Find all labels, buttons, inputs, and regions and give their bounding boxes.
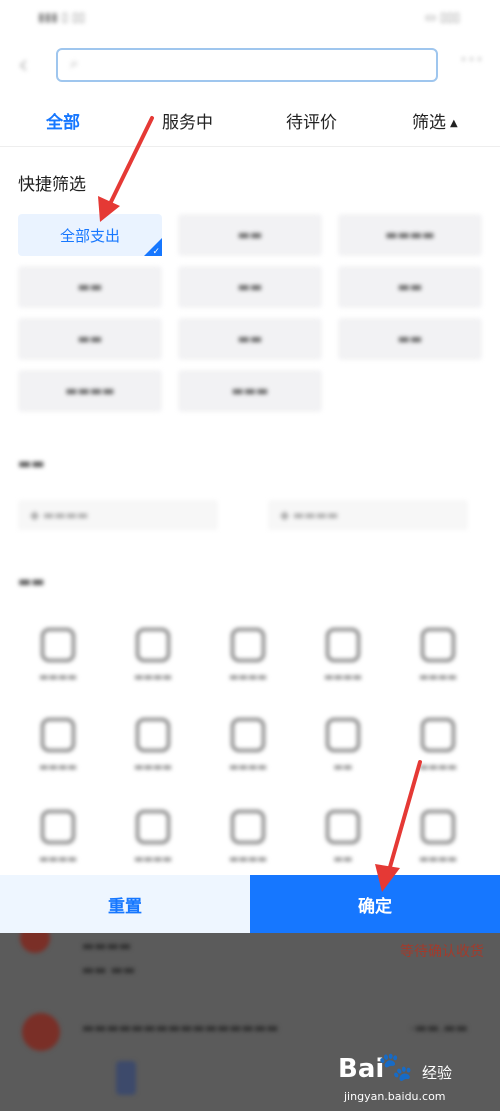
category-label: ▬▬▬▬ <box>134 672 172 683</box>
category-icon <box>326 718 360 752</box>
order-title: ▬▬▬▬ <box>82 939 132 954</box>
order-thumbnail <box>116 1061 136 1095</box>
category-icon <box>421 718 455 752</box>
search-icon: ⌕ <box>70 54 79 72</box>
paw-icon: 🐾 <box>378 1050 413 1083</box>
baidu-jingyan-watermark: Bai 🐾 经验 jingyan.baidu.com <box>322 1050 472 1110</box>
category-item[interactable]: ▬▬ <box>303 718 383 773</box>
search-input[interactable] <box>92 55 396 72</box>
category-icon <box>136 628 170 662</box>
category-icon <box>326 810 360 844</box>
order-status: 等待确认收货 <box>400 944 484 960</box>
category-icon <box>231 628 265 662</box>
category-section-label: ▬▬ <box>18 574 45 590</box>
search-box[interactable]: ⌕ <box>56 48 438 82</box>
chip-9[interactable]: ▬▬ <box>338 318 482 360</box>
chip-all-expense-label: 全部支出 <box>59 226 120 245</box>
amount-section-label: ▬▬ <box>18 456 45 472</box>
category-item[interactable]: ▬▬▬▬ <box>113 628 193 683</box>
category-item[interactable]: ▬▬▬▬ <box>208 628 288 683</box>
more-dots-icon[interactable]: ··· <box>460 48 484 73</box>
category-icon <box>326 628 360 662</box>
category-item[interactable]: ▬▬▬▬ <box>208 718 288 773</box>
caret-up-icon: ▲ <box>450 118 458 129</box>
category-label: ▬▬▬▬ <box>419 672 457 683</box>
watermark-brand-text: 经验 <box>422 1064 453 1082</box>
category-label: ▬▬▬▬ <box>134 854 172 865</box>
category-item[interactable]: ▬▬▬▬ <box>18 810 98 865</box>
confirm-button[interactable]: 确定 <box>250 875 500 933</box>
category-icon <box>421 810 455 844</box>
category-item[interactable]: ▬▬▬▬ <box>398 628 478 683</box>
category-label: ▬▬▬▬ <box>324 672 362 683</box>
check-icon: ✓ <box>152 247 160 257</box>
status-bar: ▮▮▮ ▯ ▯▯ ▭ ▯▯▯ <box>0 0 500 36</box>
chip-10[interactable]: ▬▬▬▬ <box>18 370 162 412</box>
tab-in-service[interactable]: 服务中 <box>162 108 213 133</box>
category-label: ▬▬▬▬ <box>229 762 267 773</box>
category-label: ▬▬▬▬ <box>134 762 172 773</box>
chip-all-expense[interactable]: 全部支出 ✓ <box>18 214 162 257</box>
category-label: ▬▬▬▬ <box>419 762 457 773</box>
reset-button[interactable]: 重置 <box>0 875 250 933</box>
chip-3[interactable]: ▬▬▬▬ <box>338 214 482 256</box>
chip-4[interactable]: ▬▬ <box>18 266 162 308</box>
category-item[interactable]: ▬▬▬▬ <box>208 810 288 865</box>
tab-all[interactable]: 全部 <box>46 108 80 133</box>
battery-time: ▭ ▯▯▯ <box>425 10 460 24</box>
order-avatar <box>22 1013 60 1051</box>
quick-filter-title: 快捷筛选 <box>18 175 86 195</box>
category-icon <box>421 628 455 662</box>
category-icon <box>231 718 265 752</box>
category-label: ▬▬▬▬ <box>39 854 77 865</box>
category-icon <box>136 810 170 844</box>
chip-7[interactable]: ▬▬ <box>18 318 162 360</box>
category-item[interactable]: ▬▬▬▬ <box>398 810 478 865</box>
max-amount-field[interactable]: ◆ ▬▬▬▬ <box>268 500 468 530</box>
category-icon <box>41 718 75 752</box>
order-tabs: 全部 服务中 待评价 筛选 ▲ <box>0 96 500 147</box>
category-item[interactable]: ▬▬▬▬ <box>398 718 478 773</box>
tab-filter-label: 筛选 <box>412 113 446 133</box>
order-title: ▬▬▬▬▬▬▬▬▬▬▬▬▬▬▬▬ <box>82 1021 279 1036</box>
category-label: ▬▬ <box>333 854 353 865</box>
chip-8[interactable]: ▬▬ <box>178 318 322 360</box>
category-item[interactable]: ▬▬▬▬ <box>113 718 193 773</box>
category-label: ▬▬ <box>333 762 353 773</box>
category-item[interactable]: ▬▬▬▬ <box>303 628 383 683</box>
order-date: ▬▬ ▬▬ <box>82 963 136 978</box>
category-icon <box>231 810 265 844</box>
category-label: ▬▬▬▬ <box>39 762 77 773</box>
category-item[interactable]: ▬▬▬▬ <box>18 628 98 683</box>
category-item[interactable]: ▬▬ <box>303 810 383 865</box>
category-label: ▬▬▬▬ <box>229 672 267 683</box>
filter-footer: 重置 确定 <box>0 875 500 933</box>
category-item[interactable]: ▬▬▬▬ <box>18 718 98 773</box>
category-icon <box>136 718 170 752</box>
category-icon <box>41 628 75 662</box>
chevron-left-icon[interactable]: ‹ <box>18 50 28 80</box>
order-avatar <box>20 933 50 953</box>
min-amount-field[interactable]: ◆ ▬▬▬▬ <box>18 500 218 530</box>
category-label: ▬▬▬▬ <box>229 854 267 865</box>
chip-2[interactable]: ▬▬ <box>178 214 322 256</box>
top-bar: ‹ ⌕ ··· <box>0 40 500 90</box>
chip-11[interactable]: ▬▬▬ <box>178 370 322 412</box>
chip-6[interactable]: ▬▬ <box>338 266 482 308</box>
category-label: ▬▬▬▬ <box>39 672 77 683</box>
order-amount: -▬▬.▬▬ <box>410 1021 468 1036</box>
category-icon <box>41 810 75 844</box>
category-label: ▬▬▬▬ <box>419 854 457 865</box>
category-item[interactable]: ▬▬▬▬ <box>113 810 193 865</box>
chip-5[interactable]: ▬▬ <box>178 266 322 308</box>
carrier-signal: ▮▮▮ ▯ ▯▯ <box>38 10 86 24</box>
tab-to-review[interactable]: 待评价 <box>286 108 337 133</box>
tab-filter[interactable]: 筛选 ▲ <box>412 108 458 133</box>
watermark-url: jingyan.baidu.com <box>344 1090 446 1103</box>
